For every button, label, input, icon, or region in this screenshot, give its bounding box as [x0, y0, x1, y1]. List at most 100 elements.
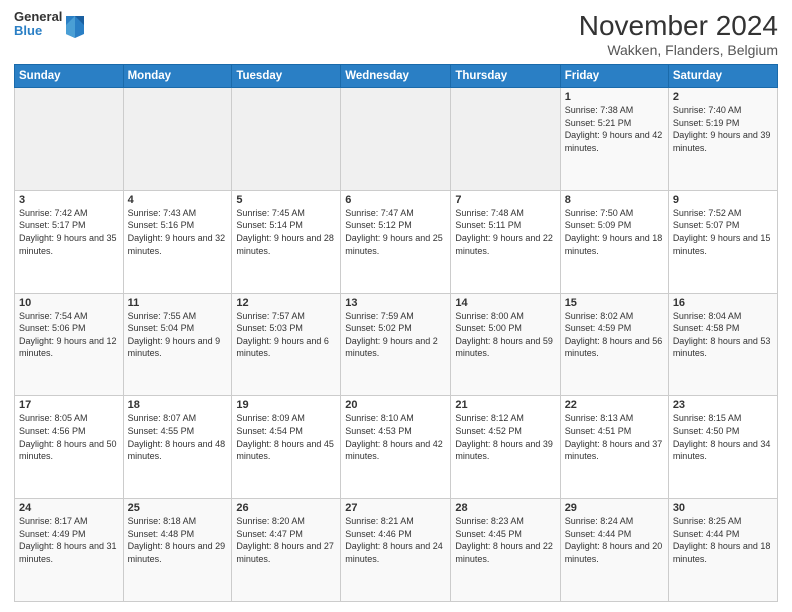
day-info: Sunrise: 8:24 AM Sunset: 4:44 PM Dayligh…: [565, 515, 664, 565]
day-info: Sunrise: 7:43 AM Sunset: 5:16 PM Dayligh…: [128, 207, 228, 257]
day-cell: 22Sunrise: 8:13 AM Sunset: 4:51 PM Dayli…: [560, 396, 668, 499]
day-cell: [341, 88, 451, 191]
day-info: Sunrise: 8:15 AM Sunset: 4:50 PM Dayligh…: [673, 412, 773, 462]
day-info: Sunrise: 7:45 AM Sunset: 5:14 PM Dayligh…: [236, 207, 336, 257]
week-row-1: 3Sunrise: 7:42 AM Sunset: 5:17 PM Daylig…: [15, 190, 778, 293]
day-number: 26: [236, 502, 336, 514]
day-cell: 17Sunrise: 8:05 AM Sunset: 4:56 PM Dayli…: [15, 396, 124, 499]
day-cell: 9Sunrise: 7:52 AM Sunset: 5:07 PM Daylig…: [668, 190, 777, 293]
day-cell: 7Sunrise: 7:48 AM Sunset: 5:11 PM Daylig…: [451, 190, 560, 293]
day-cell: 25Sunrise: 8:18 AM Sunset: 4:48 PM Dayli…: [123, 499, 232, 602]
logo-icon: [64, 12, 84, 36]
day-number: 20: [345, 399, 446, 411]
day-info: Sunrise: 7:47 AM Sunset: 5:12 PM Dayligh…: [345, 207, 446, 257]
day-number: 27: [345, 502, 446, 514]
day-cell: 26Sunrise: 8:20 AM Sunset: 4:47 PM Dayli…: [232, 499, 341, 602]
header-friday: Friday: [560, 65, 668, 88]
day-number: 6: [345, 194, 446, 206]
header-sunday: Sunday: [15, 65, 124, 88]
day-cell: 15Sunrise: 8:02 AM Sunset: 4:59 PM Dayli…: [560, 293, 668, 396]
day-cell: 10Sunrise: 7:54 AM Sunset: 5:06 PM Dayli…: [15, 293, 124, 396]
day-cell: 21Sunrise: 8:12 AM Sunset: 4:52 PM Dayli…: [451, 396, 560, 499]
day-info: Sunrise: 7:55 AM Sunset: 5:04 PM Dayligh…: [128, 310, 228, 360]
day-number: 15: [565, 297, 664, 309]
day-cell: 3Sunrise: 7:42 AM Sunset: 5:17 PM Daylig…: [15, 190, 124, 293]
title-block: November 2024 Wakken, Flanders, Belgium: [579, 10, 778, 58]
day-number: 18: [128, 399, 228, 411]
day-number: 23: [673, 399, 773, 411]
header-tuesday: Tuesday: [232, 65, 341, 88]
day-cell: 27Sunrise: 8:21 AM Sunset: 4:46 PM Dayli…: [341, 499, 451, 602]
day-info: Sunrise: 8:09 AM Sunset: 4:54 PM Dayligh…: [236, 412, 336, 462]
day-info: Sunrise: 7:52 AM Sunset: 5:07 PM Dayligh…: [673, 207, 773, 257]
day-cell: 6Sunrise: 7:47 AM Sunset: 5:12 PM Daylig…: [341, 190, 451, 293]
day-cell: 5Sunrise: 7:45 AM Sunset: 5:14 PM Daylig…: [232, 190, 341, 293]
day-number: 9: [673, 194, 773, 206]
day-number: 12: [236, 297, 336, 309]
day-number: 22: [565, 399, 664, 411]
day-info: Sunrise: 8:00 AM Sunset: 5:00 PM Dayligh…: [455, 310, 555, 360]
day-info: Sunrise: 8:20 AM Sunset: 4:47 PM Dayligh…: [236, 515, 336, 565]
day-info: Sunrise: 8:17 AM Sunset: 4:49 PM Dayligh…: [19, 515, 119, 565]
calendar-body: 1Sunrise: 7:38 AM Sunset: 5:21 PM Daylig…: [15, 88, 778, 602]
day-cell: 14Sunrise: 8:00 AM Sunset: 5:00 PM Dayli…: [451, 293, 560, 396]
logo-line2: Blue: [14, 24, 62, 38]
day-number: 13: [345, 297, 446, 309]
day-info: Sunrise: 7:42 AM Sunset: 5:17 PM Dayligh…: [19, 207, 119, 257]
calendar-header: Sunday Monday Tuesday Wednesday Thursday…: [15, 65, 778, 88]
day-number: 8: [565, 194, 664, 206]
day-number: 29: [565, 502, 664, 514]
day-number: 5: [236, 194, 336, 206]
day-info: Sunrise: 8:05 AM Sunset: 4:56 PM Dayligh…: [19, 412, 119, 462]
day-cell: [232, 88, 341, 191]
day-number: 28: [455, 502, 555, 514]
day-cell: 4Sunrise: 7:43 AM Sunset: 5:16 PM Daylig…: [123, 190, 232, 293]
logo: General Blue: [14, 10, 84, 39]
week-row-4: 24Sunrise: 8:17 AM Sunset: 4:49 PM Dayli…: [15, 499, 778, 602]
day-cell: 11Sunrise: 7:55 AM Sunset: 5:04 PM Dayli…: [123, 293, 232, 396]
day-number: 19: [236, 399, 336, 411]
day-info: Sunrise: 8:04 AM Sunset: 4:58 PM Dayligh…: [673, 310, 773, 360]
day-cell: 2Sunrise: 7:40 AM Sunset: 5:19 PM Daylig…: [668, 88, 777, 191]
logo-text: General Blue: [14, 10, 62, 39]
day-cell: [123, 88, 232, 191]
week-row-2: 10Sunrise: 7:54 AM Sunset: 5:06 PM Dayli…: [15, 293, 778, 396]
day-cell: 24Sunrise: 8:17 AM Sunset: 4:49 PM Dayli…: [15, 499, 124, 602]
header-wednesday: Wednesday: [341, 65, 451, 88]
header: General Blue November 2024 Wakken, Fland…: [14, 10, 778, 58]
week-row-0: 1Sunrise: 7:38 AM Sunset: 5:21 PM Daylig…: [15, 88, 778, 191]
day-number: 21: [455, 399, 555, 411]
day-number: 4: [128, 194, 228, 206]
day-info: Sunrise: 7:57 AM Sunset: 5:03 PM Dayligh…: [236, 310, 336, 360]
day-cell: 28Sunrise: 8:23 AM Sunset: 4:45 PM Dayli…: [451, 499, 560, 602]
week-row-3: 17Sunrise: 8:05 AM Sunset: 4:56 PM Dayli…: [15, 396, 778, 499]
day-info: Sunrise: 7:40 AM Sunset: 5:19 PM Dayligh…: [673, 104, 773, 154]
day-number: 30: [673, 502, 773, 514]
day-number: 24: [19, 502, 119, 514]
day-info: Sunrise: 7:48 AM Sunset: 5:11 PM Dayligh…: [455, 207, 555, 257]
header-row: Sunday Monday Tuesday Wednesday Thursday…: [15, 65, 778, 88]
day-info: Sunrise: 8:13 AM Sunset: 4:51 PM Dayligh…: [565, 412, 664, 462]
day-info: Sunrise: 8:12 AM Sunset: 4:52 PM Dayligh…: [455, 412, 555, 462]
page: General Blue November 2024 Wakken, Fland…: [0, 0, 792, 612]
day-number: 7: [455, 194, 555, 206]
day-number: 3: [19, 194, 119, 206]
day-number: 25: [128, 502, 228, 514]
calendar: Sunday Monday Tuesday Wednesday Thursday…: [14, 64, 778, 602]
logo-line1: General: [14, 10, 62, 24]
day-info: Sunrise: 8:23 AM Sunset: 4:45 PM Dayligh…: [455, 515, 555, 565]
location-subtitle: Wakken, Flanders, Belgium: [579, 42, 778, 58]
day-info: Sunrise: 8:07 AM Sunset: 4:55 PM Dayligh…: [128, 412, 228, 462]
header-monday: Monday: [123, 65, 232, 88]
day-number: 2: [673, 91, 773, 103]
day-info: Sunrise: 8:18 AM Sunset: 4:48 PM Dayligh…: [128, 515, 228, 565]
day-info: Sunrise: 8:25 AM Sunset: 4:44 PM Dayligh…: [673, 515, 773, 565]
day-cell: 30Sunrise: 8:25 AM Sunset: 4:44 PM Dayli…: [668, 499, 777, 602]
day-cell: 19Sunrise: 8:09 AM Sunset: 4:54 PM Dayli…: [232, 396, 341, 499]
month-title: November 2024: [579, 10, 778, 42]
day-cell: 12Sunrise: 7:57 AM Sunset: 5:03 PM Dayli…: [232, 293, 341, 396]
header-thursday: Thursday: [451, 65, 560, 88]
header-saturday: Saturday: [668, 65, 777, 88]
day-cell: 8Sunrise: 7:50 AM Sunset: 5:09 PM Daylig…: [560, 190, 668, 293]
day-number: 10: [19, 297, 119, 309]
